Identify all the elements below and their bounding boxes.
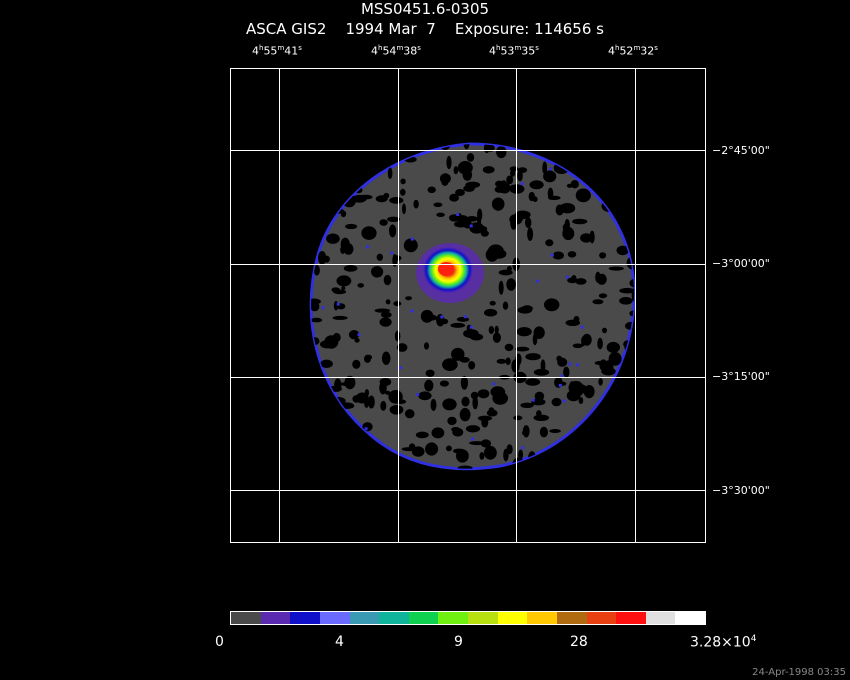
color-scale-segment — [349, 612, 380, 624]
scale-label-4: 4 — [335, 634, 344, 650]
color-scale-segment — [379, 612, 409, 624]
color-scale-segment — [438, 612, 468, 624]
sky-image — [230, 68, 706, 543]
detector-field — [309, 142, 636, 471]
scale-label-28: 28 — [570, 634, 588, 650]
color-scale-segment — [319, 612, 350, 624]
color-scale-segment — [468, 612, 498, 624]
color-scale-segment — [527, 612, 557, 624]
scale-label-max: 3.28×104 — [690, 634, 757, 651]
xray-source — [416, 243, 484, 303]
color-scale-segment — [408, 612, 439, 624]
color-scale-segment — [616, 612, 646, 624]
color-scale-segment — [645, 612, 676, 624]
color-scale-segment — [556, 612, 587, 624]
color-scale-segment — [290, 612, 320, 624]
color-scale-segment — [260, 612, 291, 624]
color-scale-segment — [675, 612, 705, 624]
color-scale-bar — [230, 611, 706, 625]
color-scale-segment — [586, 612, 617, 624]
scale-label-9: 9 — [454, 634, 463, 650]
color-scale-segment — [497, 612, 528, 624]
timestamp: 24-Apr-1998 03:35 — [752, 667, 846, 678]
scale-label-0: 0 — [215, 634, 224, 650]
color-scale-segment — [231, 612, 261, 624]
